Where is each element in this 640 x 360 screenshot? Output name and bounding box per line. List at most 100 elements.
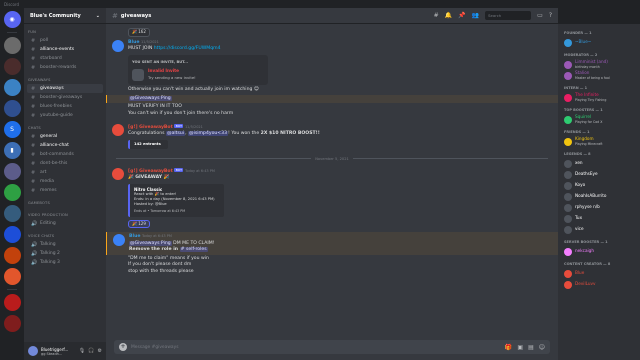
avatar[interactable] xyxy=(112,39,124,52)
embed-line: Hosted by: @Blue xyxy=(134,201,167,206)
member-item[interactable]: NoahIsABurrito xyxy=(564,191,636,202)
search-input[interactable]: Search xyxy=(485,11,532,20)
channel-voice[interactable]: 🔊 Talking xyxy=(27,240,103,249)
folder-icon[interactable]: ▮ xyxy=(3,142,21,159)
member-item[interactable]: nekcaigh xyxy=(564,246,636,257)
inbox-icon[interactable]: ▭ xyxy=(537,12,543,19)
gift-icon[interactable]: 🎁 xyxy=(505,344,512,351)
channel-text[interactable]: # memes xyxy=(27,186,103,195)
gif-icon[interactable]: ▣ xyxy=(517,344,523,351)
member-item[interactable]: DeathsEye xyxy=(564,169,636,180)
server-icon[interactable] xyxy=(3,205,21,222)
channel-text[interactable]: # general xyxy=(27,132,103,141)
avatar[interactable] xyxy=(112,167,124,180)
server-icon[interactable]: S xyxy=(3,121,21,138)
server-header[interactable]: Blue's Community ⌄ xyxy=(24,8,106,24)
message-author[interactable]: Blue xyxy=(128,40,139,45)
channel-text[interactable]: # booster-rewards xyxy=(27,63,103,72)
category-chats[interactable]: CHATS xyxy=(24,120,106,132)
server-icon[interactable] xyxy=(3,247,21,264)
channel-text[interactable]: # giveaways xyxy=(27,84,103,93)
channel-label: blues-freebies xyxy=(40,104,72,109)
message-author[interactable]: Blue xyxy=(129,234,140,239)
bell-icon[interactable]: 🔔 xyxy=(445,12,452,19)
help-icon[interactable]: ? xyxy=(549,12,552,19)
channel-mention[interactable]: # self-roles xyxy=(179,247,208,252)
member-item[interactable]: xen xyxy=(564,158,636,169)
channel-text[interactable]: # bot-commands xyxy=(27,150,103,159)
category-fun[interactable]: FUN xyxy=(24,24,106,36)
category-gamebots[interactable]: GAMEBOTS xyxy=(24,195,106,207)
channel-text[interactable]: # dont-be-this xyxy=(27,159,103,168)
server-icon[interactable] xyxy=(3,268,21,285)
channel-text[interactable]: # media xyxy=(27,177,103,186)
pin-icon[interactable]: 📌 xyxy=(458,12,465,19)
channel-text[interactable]: # art xyxy=(27,168,103,177)
members-icon[interactable]: 👥 xyxy=(472,12,479,19)
server-icon[interactable] xyxy=(3,58,21,75)
hashtag-icon: # xyxy=(31,169,36,176)
channel-voice[interactable]: 🔊 Talking 3 xyxy=(27,258,103,267)
member-item[interactable]: DevilLuvv xyxy=(564,279,636,290)
member-item[interactable]: ~Blue~ xyxy=(564,37,636,48)
reaction-button[interactable]: 🎉 162 xyxy=(128,28,150,37)
category-voice-chats[interactable]: VOICE CHATS xyxy=(24,228,106,240)
server-icon[interactable] xyxy=(3,226,21,243)
home-discord-icon[interactable]: ◉ xyxy=(3,11,21,28)
hashtag-icon: # xyxy=(31,46,36,53)
composer-placeholder[interactable]: Message #giveaways xyxy=(131,345,178,350)
user-status: gg Steadh... xyxy=(41,351,63,356)
speaker-icon: 🔊 xyxy=(31,250,38,257)
server-icon[interactable] xyxy=(3,79,21,96)
sticker-icon[interactable]: ▤ xyxy=(528,344,534,351)
channel-text[interactable]: # alliance-events xyxy=(27,45,103,54)
headphones-icon[interactable]: 🎧 xyxy=(88,348,94,354)
role-mention[interactable]: @Giveaways Ping xyxy=(129,95,172,101)
user-mention[interactable]: @isimp4you<33 xyxy=(188,131,229,137)
role-mention[interactable]: @Giveaways Ping xyxy=(129,240,172,246)
gear-icon[interactable]: ⚙ xyxy=(98,348,102,354)
microphone-icon[interactable]: 🎙 xyxy=(79,348,85,354)
message-author[interactable]: [g!] GiveawayBot xyxy=(128,169,173,174)
member-item[interactable]: rphyyse n/b xyxy=(564,202,636,213)
category-giveaways[interactable]: GIVEAWAYS xyxy=(24,72,106,84)
channel-voice[interactable]: 🔊 Editing xyxy=(27,219,103,228)
category-video-production[interactable]: VIDEO PRODUCTION xyxy=(24,207,106,219)
hashtag-icon: # xyxy=(112,11,118,20)
user-mention[interactable]: @altsui xyxy=(166,131,186,137)
member-item[interactable]: vice xyxy=(564,224,636,235)
server-icon[interactable] xyxy=(3,163,21,180)
reaction-button[interactable]: 🎉 129 xyxy=(128,219,150,228)
channel-text[interactable]: # starboard xyxy=(27,54,103,63)
avatar[interactable] xyxy=(28,346,38,356)
member-item[interactable]: Squirrel Playing for Cod X xyxy=(564,114,636,125)
server-icon[interactable] xyxy=(3,315,21,332)
member-item[interactable]: Blue xyxy=(564,268,636,279)
channel-text[interactable]: # blues-freebies xyxy=(27,102,103,111)
channel-label: media xyxy=(40,179,55,184)
member-item[interactable]: The Infinite Playing Tiny Fishing xyxy=(564,92,636,103)
member-item[interactable]: Tux xyxy=(564,213,636,224)
channel-voice[interactable]: 🔊 Talking 2 xyxy=(27,249,103,258)
server-icon[interactable] xyxy=(3,294,21,311)
server-icon[interactable] xyxy=(3,37,21,54)
emoji-icon[interactable]: ☺ xyxy=(539,344,545,351)
channel-text[interactable]: # booster-giveaways xyxy=(27,93,103,102)
server-icon[interactable] xyxy=(3,100,21,117)
message-author[interactable]: [g!] GiveawayBot xyxy=(128,125,173,130)
member-item[interactable]: Limminist (and) birthday month xyxy=(564,59,636,70)
server-icon[interactable] xyxy=(3,184,21,201)
threads-icon[interactable]: # xyxy=(434,12,439,19)
hashtag-icon: # xyxy=(31,187,36,194)
channel-text[interactable]: # alliance-chat xyxy=(27,141,103,150)
channel-text[interactable]: # poll xyxy=(27,36,103,45)
member-item[interactable]: Koyo xyxy=(564,180,636,191)
member-item[interactable]: Stalion Master of being a fool xyxy=(564,70,636,81)
avatar[interactable] xyxy=(113,234,125,246)
invite-link[interactable]: https://discord.gg/FUWMqm4 xyxy=(154,46,221,51)
member-item[interactable]: Kingdom Playing Minecraft xyxy=(564,136,636,147)
add-attachment-icon[interactable]: + xyxy=(119,343,127,351)
message-composer[interactable]: + Message #giveaways 🎁 ▣ ▤ ☺ xyxy=(114,340,550,354)
avatar[interactable] xyxy=(112,124,124,136)
channel-text[interactable]: # youtube-guide xyxy=(27,111,103,120)
